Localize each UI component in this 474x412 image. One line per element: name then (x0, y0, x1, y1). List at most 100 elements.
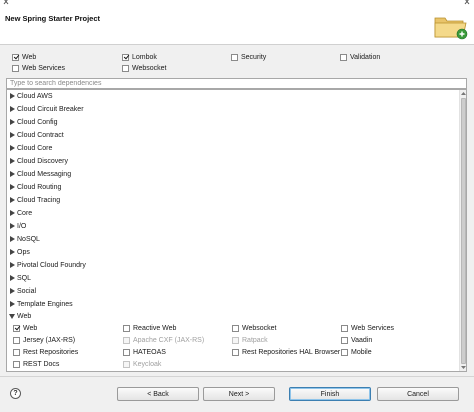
web-item[interactable]: Rest Repositories (13, 347, 78, 357)
triangle-down-icon[interactable] (8, 312, 16, 320)
category-core[interactable]: Core (8, 207, 32, 219)
checkbox-label: Mobile (351, 348, 372, 356)
checkbox[interactable] (232, 324, 239, 332)
category-label: Cloud AWS (17, 92, 53, 100)
selected-lombok-checkbox[interactable]: Lombok (122, 52, 157, 62)
search-input[interactable] (6, 78, 467, 89)
category-io[interactable]: I/O (8, 220, 26, 232)
category-cloud-core[interactable]: Cloud Core (8, 142, 52, 154)
checkbox[interactable] (12, 64, 19, 72)
checkbox-label: Lombok (132, 53, 157, 61)
web-item[interactable]: Web Services (341, 323, 394, 333)
triangle-right-icon[interactable] (8, 131, 16, 139)
checkbox[interactable] (13, 348, 20, 356)
checkbox-label: REST Docs (23, 360, 60, 368)
checkbox[interactable] (341, 348, 348, 356)
checkbox[interactable] (341, 336, 348, 344)
category-social[interactable]: Social (8, 285, 36, 297)
selected-web-checkbox[interactable]: Web (12, 52, 36, 62)
category-cloud-tracing[interactable]: Cloud Tracing (8, 194, 60, 206)
tree-scrollbar[interactable] (459, 90, 466, 371)
checkbox[interactable] (232, 348, 239, 356)
checkbox[interactable] (122, 64, 129, 72)
checkbox-label: Websocket (132, 64, 167, 72)
triangle-right-icon[interactable] (8, 196, 16, 204)
category-cloud-messaging[interactable]: Cloud Messaging (8, 168, 71, 180)
triangle-right-icon[interactable] (8, 209, 16, 217)
selected-dependencies: Web Lombok Security Validation Web Servi… (0, 50, 474, 74)
triangle-right-icon[interactable] (8, 300, 16, 308)
web-item[interactable]: Vaadin (341, 335, 372, 345)
web-item[interactable]: Mobile (341, 347, 372, 357)
category-cloud-routing[interactable]: Cloud Routing (8, 181, 61, 193)
category-label: Cloud Discovery (17, 157, 68, 165)
checkbox[interactable] (341, 324, 348, 332)
selected-web-services-checkbox[interactable]: Web Services (12, 63, 65, 73)
checkbox[interactable] (123, 324, 130, 332)
category-cloud-discovery[interactable]: Cloud Discovery (8, 155, 68, 167)
triangle-right-icon[interactable] (8, 183, 16, 191)
triangle-right-icon[interactable] (8, 248, 16, 256)
scrollbar-thumb[interactable] (461, 98, 466, 364)
web-item[interactable]: Rest Repositories HAL Browser (232, 347, 340, 357)
scroll-down-icon[interactable] (461, 365, 466, 370)
triangle-right-icon[interactable] (8, 261, 16, 269)
web-item[interactable]: Jersey (JAX-RS) (13, 335, 75, 345)
category-nosql[interactable]: NoSQL (8, 233, 40, 245)
selected-security-checkbox[interactable]: Security (231, 52, 266, 62)
cancel-button[interactable]: Cancel (377, 387, 459, 401)
checkbox[interactable] (13, 324, 20, 332)
triangle-right-icon[interactable] (8, 105, 16, 113)
triangle-right-icon[interactable] (8, 287, 16, 295)
checkbox[interactable] (122, 53, 129, 61)
category-cloud-config[interactable]: Cloud Config (8, 116, 57, 128)
selected-websocket-checkbox[interactable]: Websocket (122, 63, 167, 73)
web-item[interactable]: HATEOAS (123, 347, 166, 357)
checkbox-label: Jersey (JAX-RS) (23, 336, 76, 344)
category-label: Social (17, 287, 37, 295)
triangle-right-icon[interactable] (8, 235, 16, 243)
category-template-engines[interactable]: Template Engines (8, 298, 73, 310)
category-cloud-aws[interactable]: Cloud AWS (8, 90, 53, 102)
web-item[interactable]: REST Docs (13, 359, 59, 369)
checkbox[interactable] (123, 348, 130, 356)
checkbox[interactable] (13, 360, 20, 368)
category-pivotal-cloud-foundry[interactable]: Pivotal Cloud Foundry (8, 259, 86, 271)
next-button[interactable]: Next > (203, 387, 275, 401)
checkbox[interactable] (13, 336, 20, 344)
checkbox-label: Apache CXF (JAX-RS) (133, 336, 205, 344)
triangle-right-icon[interactable] (8, 222, 16, 230)
web-item[interactable]: Websocket (232, 323, 277, 333)
category-web[interactable]: Web (8, 310, 31, 322)
close-icon[interactable] (1, 0, 11, 5)
category-label: Template Engines (17, 300, 73, 308)
category-ops[interactable]: Ops (8, 246, 30, 258)
finish-button[interactable]: Finish (289, 387, 371, 401)
triangle-right-icon[interactable] (8, 157, 16, 165)
category-sql[interactable]: SQL (8, 272, 31, 284)
checkbox[interactable] (12, 53, 19, 61)
category-label: Cloud Tracing (17, 196, 61, 204)
web-item: Apache CXF (JAX-RS) (123, 335, 204, 345)
triangle-right-icon[interactable] (8, 144, 16, 152)
category-label: Cloud Circuit Breaker (17, 105, 84, 113)
triangle-right-icon[interactable] (8, 274, 16, 282)
selected-validation-checkbox[interactable]: Validation (340, 52, 380, 62)
checkbox-label: Web Services (351, 324, 395, 332)
category-cloud-circuit-breaker[interactable]: Cloud Circuit Breaker (8, 103, 84, 115)
scroll-up-icon[interactable] (461, 91, 466, 96)
close-icon[interactable] (462, 0, 472, 5)
help-icon[interactable]: ? (10, 388, 21, 399)
triangle-right-icon[interactable] (8, 170, 16, 178)
checkbox[interactable] (340, 53, 347, 61)
folder-wizard-icon (433, 12, 469, 40)
triangle-right-icon[interactable] (8, 92, 16, 100)
footer-divider (0, 376, 474, 377)
back-button[interactable]: < Back (117, 387, 199, 401)
category-cloud-contract[interactable]: Cloud Contract (8, 129, 64, 141)
category-label: SQL (17, 274, 32, 282)
triangle-right-icon[interactable] (8, 118, 16, 126)
web-item[interactable]: Reactive Web (123, 323, 176, 333)
web-item[interactable]: Web (13, 323, 37, 333)
checkbox[interactable] (231, 53, 238, 61)
